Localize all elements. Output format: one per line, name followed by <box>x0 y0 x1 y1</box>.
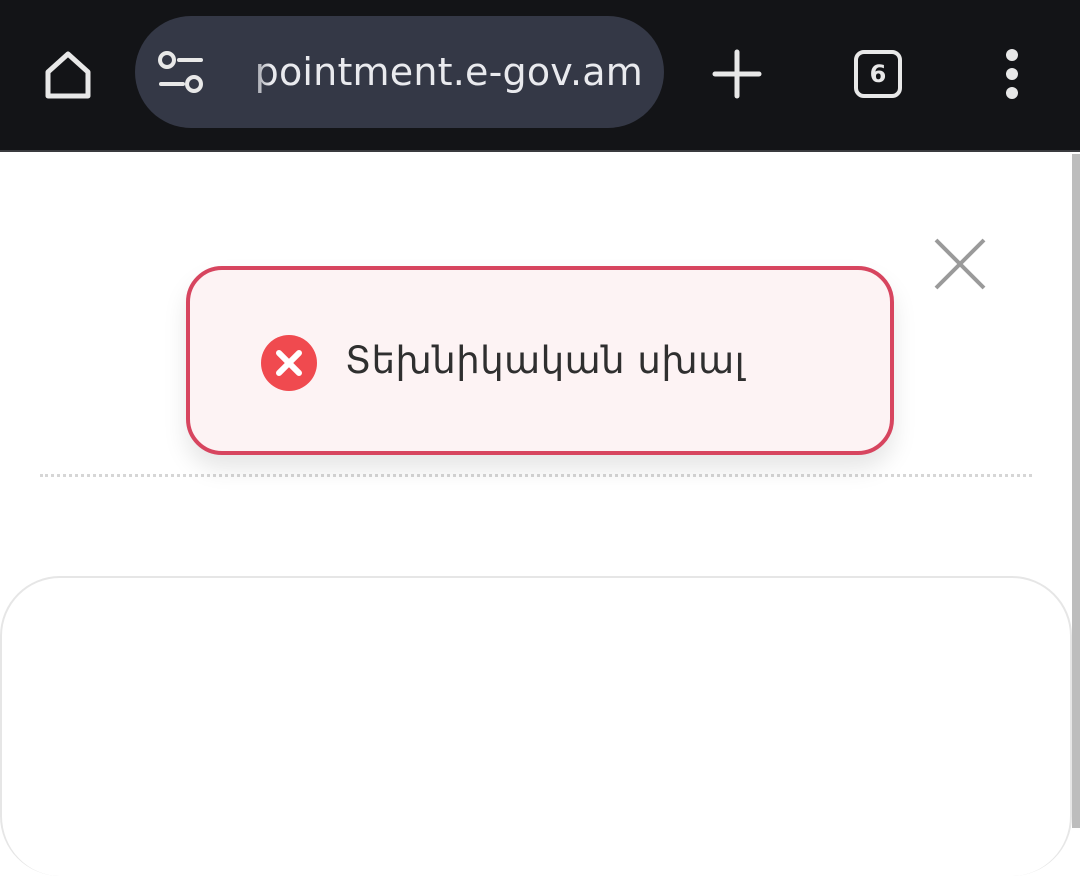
section-divider <box>40 474 1032 477</box>
more-vertical-icon <box>1006 49 1018 99</box>
content-card <box>0 576 1072 876</box>
url-fade <box>231 16 271 128</box>
tab-switcher-button[interactable]: 6 <box>838 34 918 114</box>
toast-message: Տեխնիկական սխալ <box>345 339 746 382</box>
home-icon <box>45 51 91 99</box>
close-icon[interactable] <box>930 236 990 294</box>
browser-toolbar: pointment.e-gov.am 6 <box>0 0 1080 152</box>
tab-count: 6 <box>869 60 887 88</box>
plus-icon <box>712 49 762 99</box>
new-tab-button[interactable] <box>697 34 777 114</box>
page-scrollbar[interactable] <box>1072 154 1080 828</box>
url-text[interactable]: pointment.e-gov.am <box>255 50 643 94</box>
site-settings-icon[interactable] <box>157 50 205 94</box>
address-bar[interactable]: pointment.e-gov.am <box>135 16 664 128</box>
browser-menu-button[interactable] <box>972 34 1052 114</box>
url-container[interactable]: pointment.e-gov.am <box>231 16 643 128</box>
error-circle-icon <box>261 335 317 391</box>
tab-switcher-icon: 6 <box>854 50 902 98</box>
home-button[interactable] <box>28 34 108 114</box>
error-toast: Տեխնիկական սխալ <box>186 266 894 455</box>
